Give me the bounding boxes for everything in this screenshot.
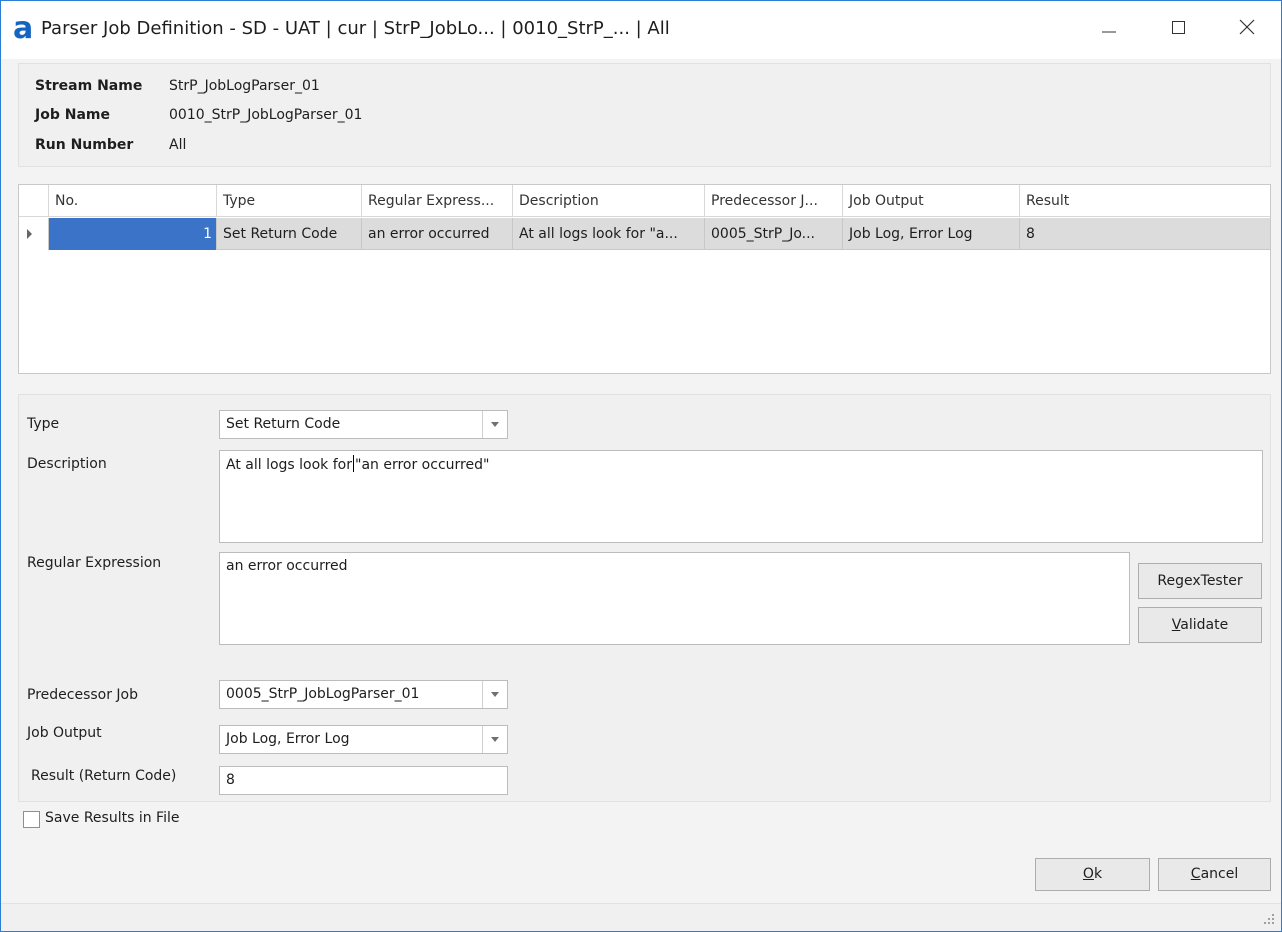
row-indicator-cell (19, 218, 49, 250)
app-logo-icon: a (13, 11, 34, 46)
resize-grip-icon[interactable] (1263, 913, 1275, 925)
grid-corner (19, 185, 49, 217)
ok-label-rest: k (1093, 866, 1103, 882)
job-output-dropdown-button[interactable] (482, 726, 507, 753)
job-name-row: Job Name 0010_StrP_JobLogParser_01 (35, 107, 362, 123)
cancel-button[interactable]: Cancel (1158, 858, 1271, 891)
row-indicator-icon (27, 229, 32, 239)
parser-grid[interactable]: No. Type Regular Express... Description … (18, 184, 1271, 374)
column-header-result[interactable]: Result (1020, 185, 1270, 217)
run-number-value: All (169, 137, 187, 153)
predecessor-label: Predecessor Job (27, 687, 139, 703)
chevron-down-icon (491, 737, 499, 742)
cell-description[interactable]: At all logs look for "a... (513, 218, 705, 250)
cell-type[interactable]: Set Return Code (217, 218, 362, 250)
validate-mnemonic: V (1171, 617, 1181, 633)
column-header-no[interactable]: No. (49, 185, 217, 217)
chevron-down-icon (491, 422, 499, 427)
column-header-regex[interactable]: Regular Express... (362, 185, 513, 217)
job-info-panel: Stream Name StrP_JobLogParser_01 Job Nam… (18, 63, 1271, 167)
job-name-value: 0010_StrP_JobLogParser_01 (169, 107, 363, 123)
status-bar (1, 903, 1281, 931)
job-output-select-value: Job Log, Error Log (226, 731, 350, 747)
stream-name-value: StrP_JobLogParser_01 (169, 78, 320, 94)
minimize-button[interactable] (1089, 15, 1129, 45)
predecessor-select[interactable]: 0005_StrP_JobLogParser_01 (219, 680, 508, 709)
description-text-after: "an error occurred" (355, 457, 490, 473)
text-caret (353, 455, 354, 472)
title-bar[interactable]: a Parser Job Definition - SD - UAT | cur… (1, 1, 1281, 59)
stream-name-label: Stream Name (35, 78, 143, 94)
job-output-label: Job Output (27, 725, 102, 741)
cancel-mnemonic: C (1190, 866, 1201, 882)
cell-regex[interactable]: an error occurred (362, 218, 513, 250)
run-number-label: Run Number (35, 137, 134, 153)
description-text-before: At all logs look for (226, 457, 352, 473)
minimize-icon (1102, 31, 1116, 33)
type-select-value: Set Return Code (226, 416, 341, 432)
column-header-description[interactable]: Description (513, 185, 705, 217)
validate-button[interactable]: Validate (1138, 607, 1262, 643)
chevron-down-icon (491, 692, 499, 697)
cell-result[interactable]: 8 (1020, 218, 1270, 250)
cancel-label-rest: ancel (1200, 866, 1239, 882)
close-button[interactable] (1227, 15, 1267, 45)
cell-no[interactable]: 1 (49, 218, 217, 250)
regex-textarea[interactable]: an error occurred (219, 552, 1130, 645)
type-label: Type (27, 416, 60, 432)
predecessor-dropdown-button[interactable] (482, 681, 507, 708)
stream-name-row: Stream Name StrP_JobLogParser_01 (35, 78, 320, 94)
maximize-icon (1172, 21, 1185, 34)
run-number-row: Run Number All (35, 137, 186, 153)
predecessor-select-value: 0005_StrP_JobLogParser_01 (226, 686, 420, 702)
ok-button[interactable]: Ok (1035, 858, 1150, 891)
save-results-checkbox[interactable] (23, 811, 40, 828)
ok-mnemonic: O (1082, 866, 1094, 882)
type-dropdown-button[interactable] (482, 411, 507, 438)
regex-text: an error occurred (226, 558, 348, 574)
cell-predecessor[interactable]: 0005_StrP_Jo... (705, 218, 843, 250)
validate-label-rest: alidate (1180, 617, 1229, 633)
window-title: Parser Job Definition - SD - UAT | cur |… (41, 18, 670, 39)
type-select[interactable]: Set Return Code (219, 410, 508, 439)
maximize-button[interactable] (1159, 15, 1199, 45)
description-textarea[interactable]: At all logs look for "an error occurred" (219, 450, 1263, 543)
cell-job-output[interactable]: Job Log, Error Log (843, 218, 1020, 250)
column-header-type[interactable]: Type (217, 185, 362, 217)
grid-header: No. Type Regular Express... Description … (19, 185, 1270, 217)
job-name-label: Job Name (35, 107, 110, 123)
save-results-label[interactable]: Save Results in File (45, 810, 179, 826)
column-header-job-output[interactable]: Job Output (843, 185, 1020, 217)
result-label: Result (Return Code) (31, 768, 177, 784)
job-output-select[interactable]: Job Log, Error Log (219, 725, 508, 754)
result-input[interactable]: 8 (219, 766, 508, 795)
regex-label: Regular Expression (27, 555, 162, 571)
table-row[interactable]: 1 Set Return Code an error occurred At a… (19, 218, 1270, 250)
close-icon (1239, 19, 1255, 35)
dialog-window: a Parser Job Definition - SD - UAT | cur… (0, 0, 1282, 932)
detail-panel: Type Set Return Code Description At all … (18, 394, 1271, 802)
column-header-predecessor[interactable]: Predecessor J... (705, 185, 843, 217)
regex-tester-button[interactable]: RegexTester (1138, 563, 1262, 599)
description-label: Description (27, 456, 107, 472)
